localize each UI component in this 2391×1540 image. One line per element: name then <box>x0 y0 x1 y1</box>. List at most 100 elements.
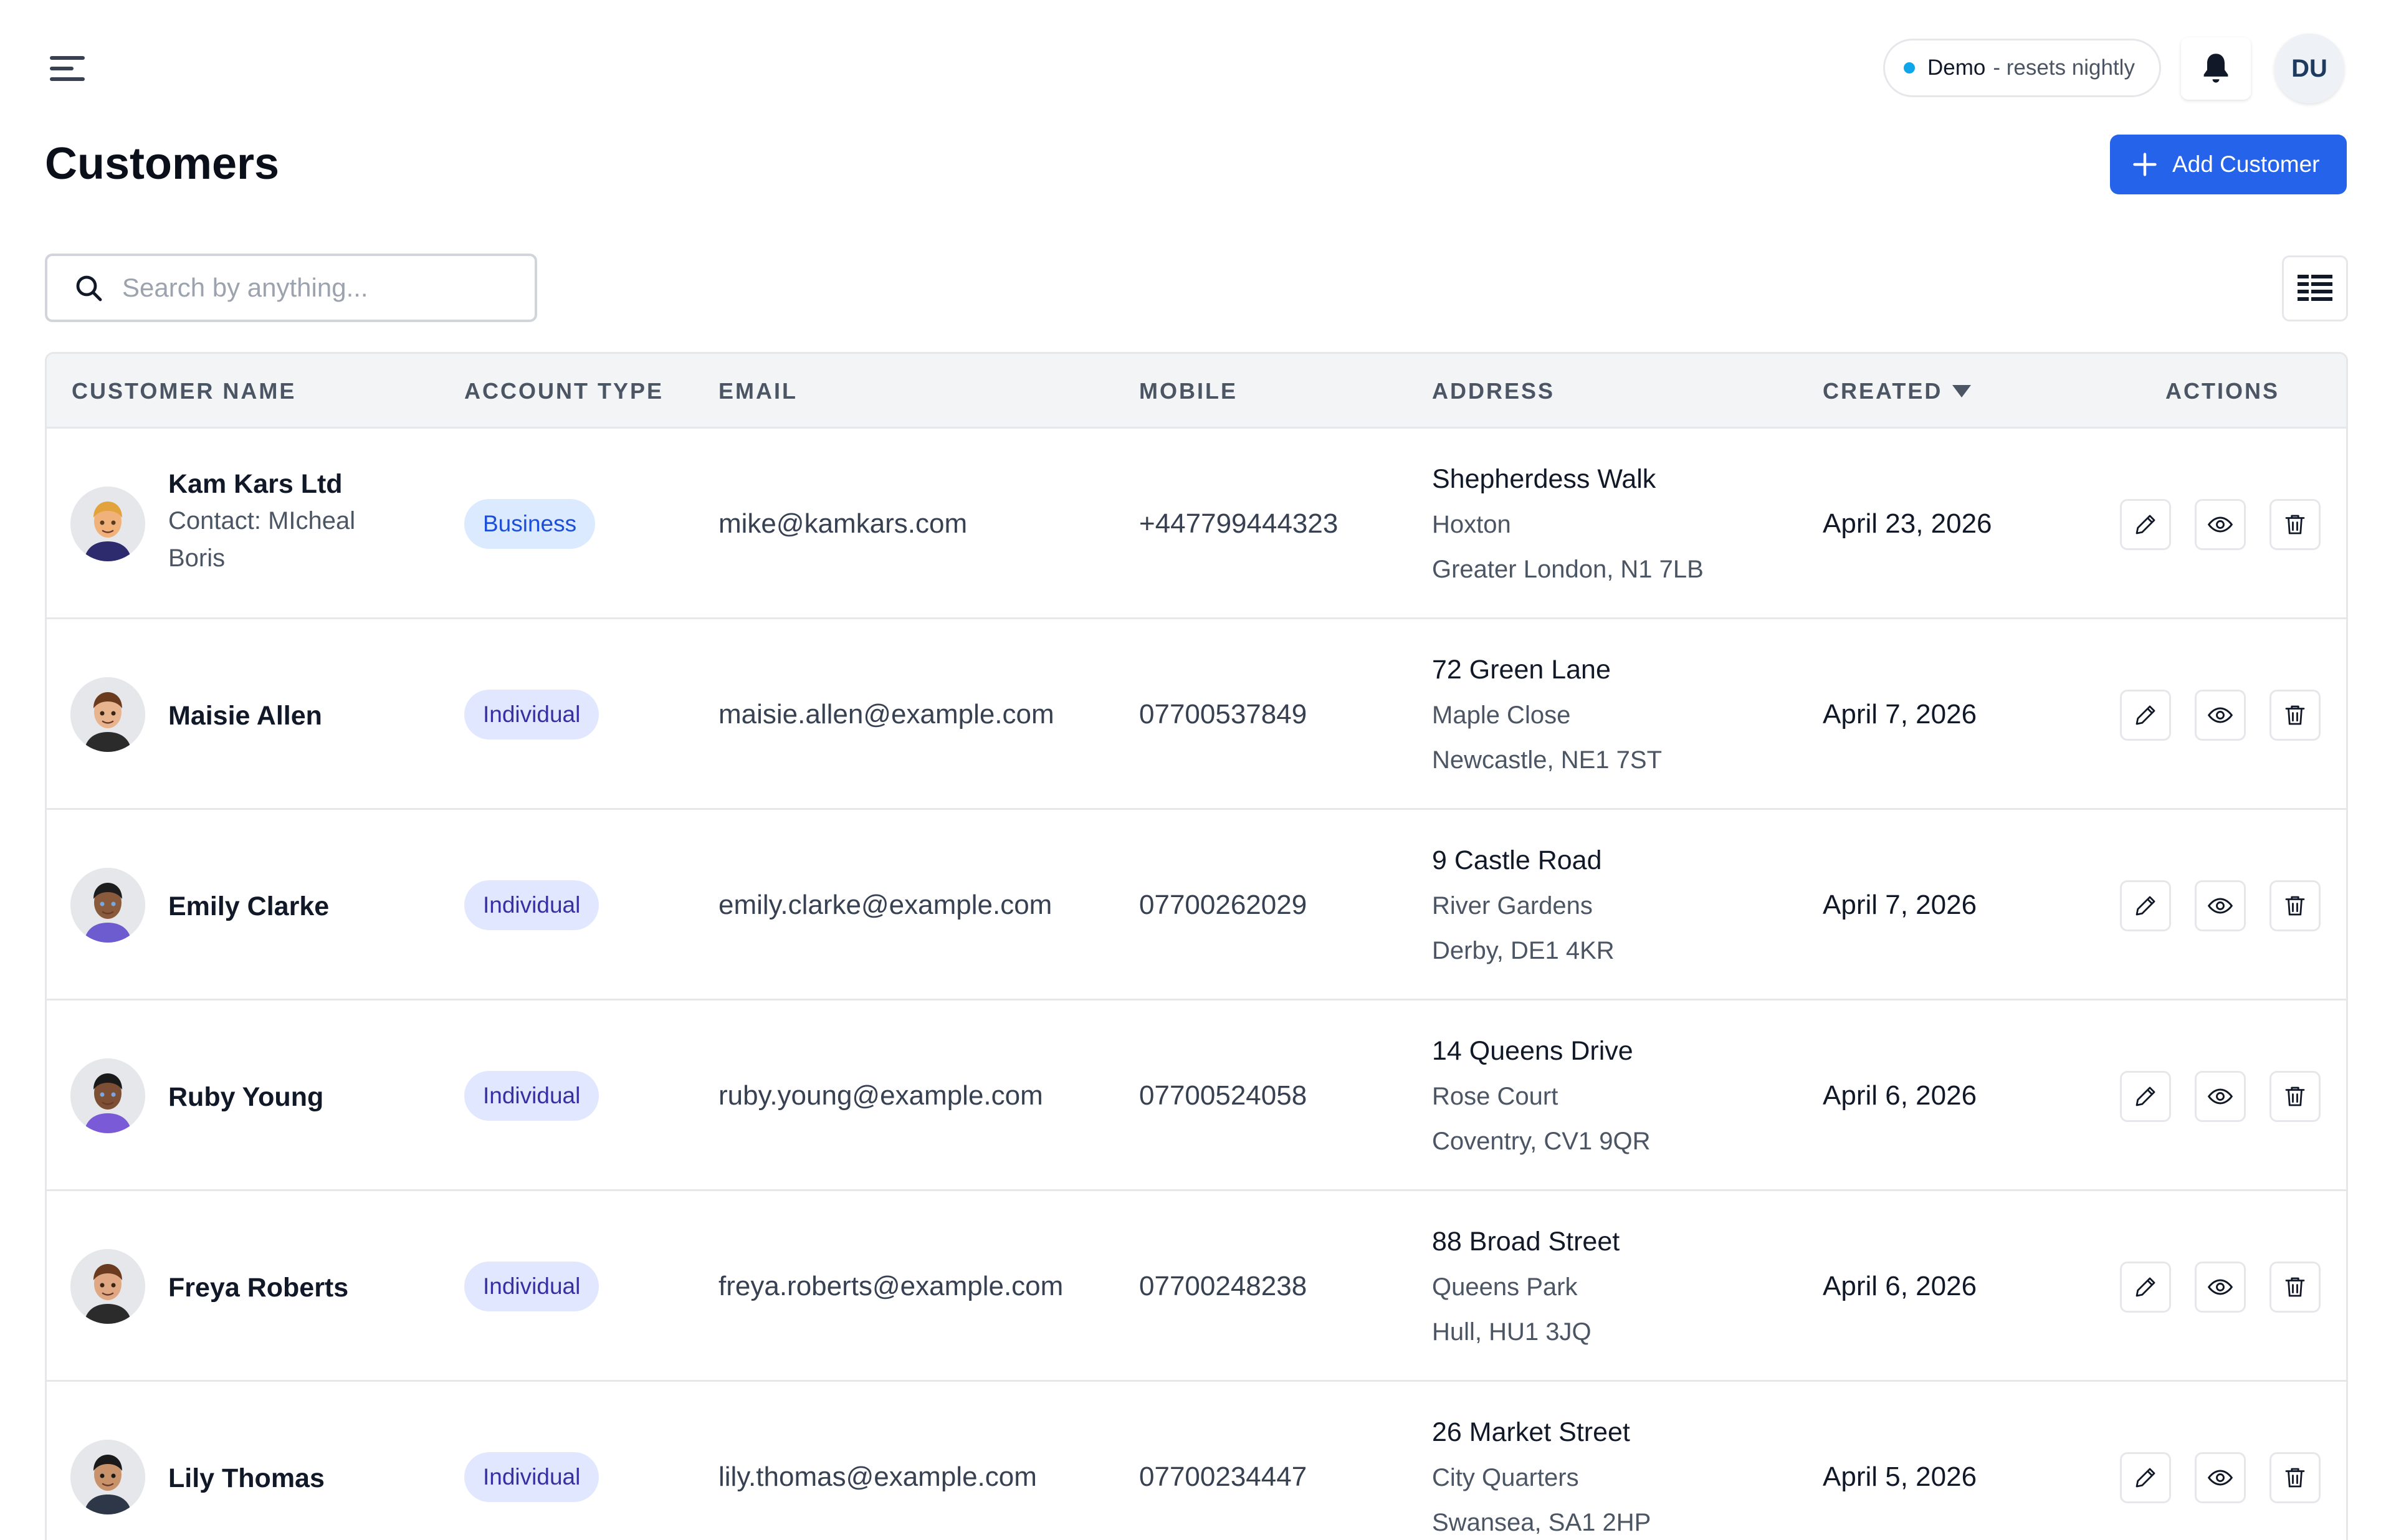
delete-button[interactable] <box>2269 1071 2321 1122</box>
customer-name[interactable]: Emily Clarke <box>168 891 329 922</box>
view-button[interactable] <box>2195 1452 2246 1503</box>
column-header-actions: ACTIONS <box>2165 378 2279 404</box>
customer-name-block: Kam Kars Ltd Contact: MIcheal Boris <box>168 469 393 577</box>
edit-button[interactable] <box>2120 499 2171 550</box>
sort-desc-icon <box>1952 385 1972 397</box>
created-cell: April 6, 2026 <box>1823 1271 1977 1301</box>
pencil-icon <box>2136 705 2155 725</box>
customer-name[interactable]: Lily Thomas <box>168 1463 325 1494</box>
edit-button[interactable] <box>2120 1262 2171 1313</box>
table-header: CUSTOMER NAME ACCOUNT TYPE EMAIL MOBILE … <box>47 354 2346 429</box>
customer-avatar <box>70 1249 145 1324</box>
address-cell: 88 Broad Street Queens Park Hull, HU1 3J… <box>1432 1193 1620 1380</box>
pencil-icon <box>2136 896 2155 916</box>
edit-button[interactable] <box>2120 1452 2171 1503</box>
address-line-2: Rose Court <box>1432 1083 1558 1110</box>
table-row[interactable]: Maisie Allen Individual maisie.allen@exa… <box>47 621 2346 810</box>
eye-icon <box>2207 1470 2233 1486</box>
customer-name-cell: Maisie Allen <box>47 621 446 808</box>
customer-name-cell: Lily Thomas <box>47 1384 446 1540</box>
customer-name[interactable]: Kam Kars Ltd <box>168 469 393 500</box>
notifications-button[interactable] <box>2181 37 2251 100</box>
address-line-1: 88 Broad Street <box>1432 1227 1620 1257</box>
view-button[interactable] <box>2195 880 2246 931</box>
customer-name[interactable]: Ruby Young <box>168 1082 323 1113</box>
account-type-cell: Individual <box>464 1384 599 1540</box>
edit-button[interactable] <box>2120 1071 2171 1122</box>
demo-note: - resets nightly <box>1993 55 2135 80</box>
delete-button[interactable] <box>2269 690 2321 741</box>
column-header-mobile[interactable]: MOBILE <box>1139 354 1238 429</box>
address-cell: 9 Castle Road River Gardens Derby, DE1 4… <box>1432 812 1615 999</box>
address-line-1: 72 Green Lane <box>1432 655 1611 685</box>
trash-icon <box>2285 1086 2305 1106</box>
customer-avatar <box>70 487 145 561</box>
column-header-created[interactable]: CREATED <box>1823 354 1972 429</box>
plus-icon <box>2131 151 2159 178</box>
address-line-1: 9 Castle Road <box>1432 845 1602 875</box>
trash-icon <box>2285 515 2305 535</box>
mobile-cell: 07700524058 <box>1139 1080 1307 1111</box>
address-cell: 14 Queens Drive Rose Court Coventry, CV1… <box>1432 1002 1651 1189</box>
view-button[interactable] <box>2195 1071 2246 1122</box>
address-line-3: Greater London, N1 7LB <box>1432 556 1704 583</box>
delete-button[interactable] <box>2269 1452 2321 1503</box>
address-line-3: Coventry, CV1 9QR <box>1432 1128 1651 1155</box>
customer-name-block: Freya Roberts <box>168 1273 348 1303</box>
view-button[interactable] <box>2195 690 2246 741</box>
delete-button[interactable] <box>2269 499 2321 550</box>
address-line-1: Shepherdess Walk <box>1432 464 1656 494</box>
email-cell: emily.clarke@example.com <box>718 890 1052 920</box>
account-type-badge: Individual <box>464 1071 599 1121</box>
eye-icon <box>2207 1279 2233 1295</box>
column-header-account-type[interactable]: ACCOUNT TYPE <box>464 354 664 429</box>
pencil-icon <box>2136 1277 2155 1297</box>
column-header-address[interactable]: ADDRESS <box>1432 354 1555 429</box>
add-customer-button[interactable]: Add Customer <box>2110 135 2347 194</box>
account-type-badge: Business <box>464 499 596 549</box>
eye-icon <box>2207 898 2233 914</box>
table-row[interactable]: Ruby Young Individual ruby.young@example… <box>47 1002 2346 1191</box>
eye-icon <box>2207 1088 2233 1105</box>
account-type-badge: Individual <box>464 690 599 739</box>
view-button[interactable] <box>2195 499 2246 550</box>
trash-icon <box>2285 896 2305 916</box>
address-line-3: Hull, HU1 3JQ <box>1432 1318 1592 1346</box>
table-row[interactable]: Freya Roberts Individual freya.roberts@e… <box>47 1193 2346 1382</box>
column-settings-button[interactable] <box>2282 255 2348 321</box>
table-row[interactable]: Emily Clarke Individual emily.clarke@exa… <box>47 812 2346 1001</box>
account-type-cell: Individual <box>464 1002 599 1189</box>
columns-icon <box>2298 275 2332 301</box>
column-header-customer-name[interactable]: CUSTOMER NAME <box>72 354 296 429</box>
pencil-icon <box>2136 515 2155 535</box>
address-line-1: 26 Market Street <box>1432 1417 1630 1447</box>
address-line-2: Maple Close <box>1432 701 1571 729</box>
menu-icon[interactable] <box>44 50 90 87</box>
delete-button[interactable] <box>2269 1262 2321 1313</box>
demo-status-pill: Demo - resets nightly <box>1883 39 2161 97</box>
user-avatar[interactable]: DU <box>2274 34 2344 103</box>
edit-button[interactable] <box>2120 880 2171 931</box>
search-input[interactable] <box>122 273 521 303</box>
customer-name[interactable]: Freya Roberts <box>168 1273 348 1303</box>
mobile-cell: 07700262029 <box>1139 890 1307 920</box>
trash-icon <box>2285 705 2305 725</box>
customer-name[interactable]: Maisie Allen <box>168 701 322 731</box>
edit-button[interactable] <box>2120 690 2171 741</box>
pencil-icon <box>2136 1086 2155 1106</box>
view-button[interactable] <box>2195 1262 2246 1313</box>
column-header-email[interactable]: EMAIL <box>718 354 798 429</box>
customers-table: CUSTOMER NAME ACCOUNT TYPE EMAIL MOBILE … <box>45 352 2348 1540</box>
table-row[interactable]: Lily Thomas Individual lily.thomas@examp… <box>47 1384 2346 1540</box>
account-type-cell: Individual <box>464 621 599 808</box>
status-dot-icon <box>1904 62 1915 74</box>
address-line-2: Hoxton <box>1432 511 1511 538</box>
add-customer-label: Add Customer <box>2172 151 2320 177</box>
address-line-2: City Quarters <box>1432 1464 1579 1491</box>
customer-contact: Contact: MIcheal Boris <box>168 507 356 572</box>
table-row[interactable]: Kam Kars Ltd Contact: MIcheal Boris Busi… <box>47 430 2346 619</box>
customer-avatar <box>70 868 145 943</box>
delete-button[interactable] <box>2269 880 2321 931</box>
eye-icon <box>2207 707 2233 723</box>
address-line-3: Swansea, SA1 2HP <box>1432 1509 1651 1536</box>
